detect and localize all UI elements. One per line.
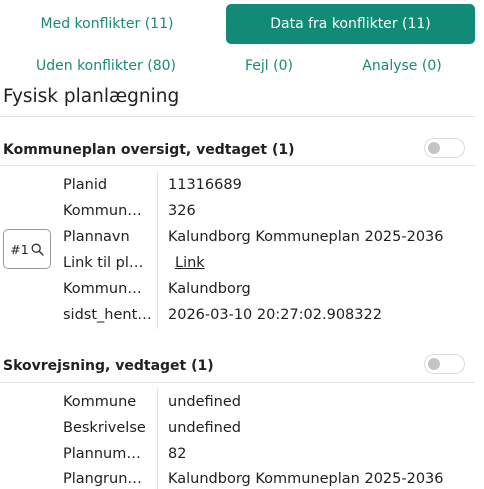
field-value: Kalundborg	[168, 281, 251, 297]
field-label: Plannavn	[63, 229, 130, 245]
field-label: Plangrun…	[63, 471, 142, 487]
section-divider	[0, 382, 475, 383]
field-value: Kalundborg Kommuneplan 2025-2036	[168, 471, 444, 487]
section-toggle-kommuneplan[interactable]	[424, 138, 465, 158]
magnifier-icon	[31, 243, 44, 256]
section-toggle-skovrejsning[interactable]	[424, 354, 465, 374]
field-value: 82	[168, 446, 187, 462]
tab-uden-konflikter[interactable]: Uden konflikter (80)	[20, 52, 192, 80]
plan-link[interactable]: Link	[175, 255, 205, 271]
field-value: 326	[168, 203, 196, 219]
field-value: 11316689	[168, 177, 242, 193]
toggle-knob	[428, 358, 440, 370]
field-label: Beskrivelse	[63, 420, 146, 436]
section-heading-skovrejsning: Skovrejsning, vedtaget (1)	[3, 358, 214, 374]
field-label: Kommun…	[63, 203, 142, 219]
field-label: sidst_hent…	[63, 307, 152, 323]
record-number: #1	[10, 241, 29, 257]
column-divider	[157, 388, 158, 489]
tab-analyse[interactable]: Analyse (0)	[352, 52, 452, 80]
toggle-knob	[428, 142, 440, 154]
field-value: undefined	[168, 394, 241, 410]
field-value: undefined	[168, 420, 241, 436]
column-divider	[157, 171, 158, 329]
field-label: Kommune	[63, 394, 137, 410]
field-label: Link til pl…	[63, 255, 144, 271]
tab-data-fra-konflikter[interactable]: Data fra konflikter (11)	[226, 4, 475, 44]
field-label: Kommun…	[63, 281, 142, 297]
field-value: 2026-03-10 20:27:02.908322	[168, 307, 382, 323]
tab-fejl[interactable]: Fejl (0)	[236, 52, 302, 80]
page-title: Fysisk planlægning	[3, 86, 180, 107]
section-divider	[0, 165, 475, 166]
tab-med-konflikter[interactable]: Med konflikter (11)	[12, 6, 202, 42]
field-label: Planid	[63, 177, 108, 193]
section-heading-kommuneplan: Kommuneplan oversigt, vedtaget (1)	[3, 142, 295, 158]
record-1-zoom-button[interactable]: #1	[3, 229, 51, 269]
divider	[0, 116, 475, 117]
field-value: Kalundborg Kommuneplan 2025-2036	[168, 229, 444, 245]
field-label: Plannum…	[63, 446, 141, 462]
